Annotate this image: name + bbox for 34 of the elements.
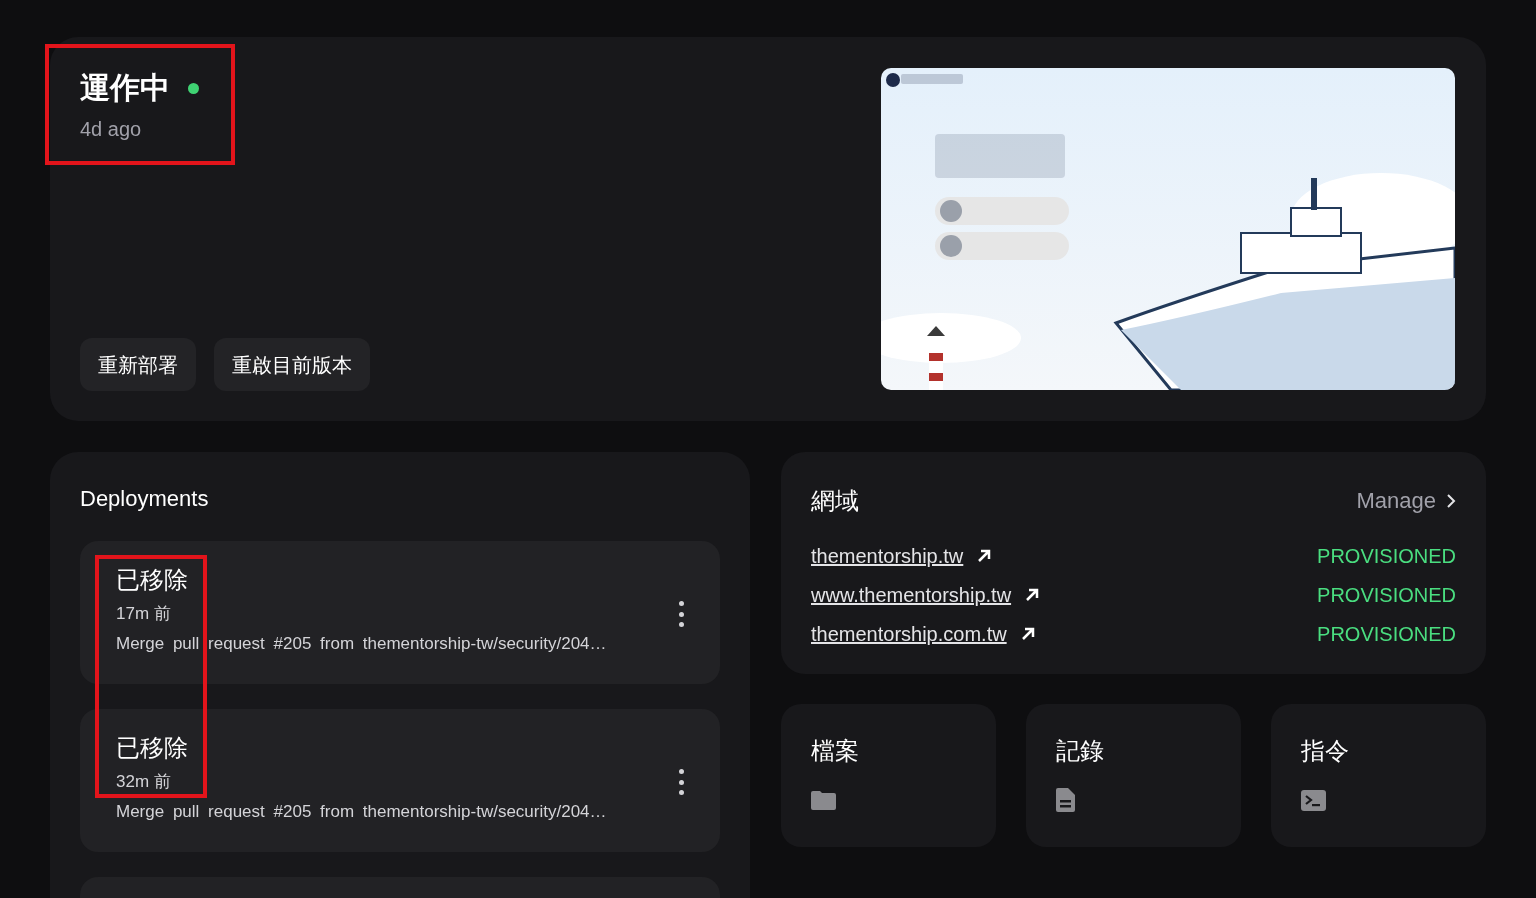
tool-title: 檔案 — [811, 736, 860, 766]
status-time: 4d ago — [80, 117, 143, 142]
tool-title: 指令 — [1301, 736, 1350, 766]
domain-state: PROVISIONED — [1317, 582, 1456, 608]
action-button[interactable]: 重新部署 — [80, 338, 196, 391]
deployment-time: 32m 前 — [116, 771, 172, 793]
tool-card[interactable]: 記錄 — [1026, 704, 1241, 847]
tool-card[interactable]: 指令 — [1271, 704, 1486, 847]
deployments-title: Deployments — [80, 485, 210, 513]
folder-icon — [811, 790, 836, 810]
external-link-icon[interactable] — [1020, 626, 1035, 641]
terminal-icon — [1301, 789, 1326, 811]
deployment-time: 17m 前 — [116, 603, 172, 625]
external-link-icon[interactable] — [1025, 587, 1040, 602]
deployment-item[interactable]: 已移除 32m 前 Merge pull request #205 from thementorship-tw/security/204… — [80, 709, 720, 852]
chevron-right-icon — [1446, 492, 1456, 509]
commit-message: Merge pull request #205 from thementorship-tw/security/204… — [116, 801, 607, 823]
external-link-icon[interactable] — [977, 548, 992, 563]
manage-link[interactable]: Manage — [1356, 484, 1456, 517]
domain-link[interactable]: www.thementorship.tw — [811, 579, 1012, 610]
domains-title: 網域 — [811, 485, 859, 516]
domain-link[interactable]: thementorship.com.tw — [811, 618, 1007, 649]
domain-state: PROVISIONED — [1317, 621, 1456, 647]
status-label: 運作中 — [80, 70, 170, 106]
tool-title: 記錄 — [1056, 736, 1105, 766]
commit-message: Merge pull request #205 from thementorship-tw/security/204… — [116, 633, 607, 655]
domain-state: PROVISIONED — [1317, 543, 1456, 569]
action-button[interactable]: 重啟目前版本 — [214, 338, 370, 391]
document-icon — [1056, 788, 1075, 812]
deployment-status: 已移除 — [116, 565, 189, 595]
tool-card[interactable]: 檔案 — [781, 704, 996, 847]
domain-link[interactable]: thementorship.tw — [811, 540, 964, 571]
deployment-status: 已移除 — [116, 733, 189, 763]
deployment-item[interactable]: 已移除 17m 前 Merge pull request #205 from thementorship-tw/security/204… — [80, 541, 720, 684]
